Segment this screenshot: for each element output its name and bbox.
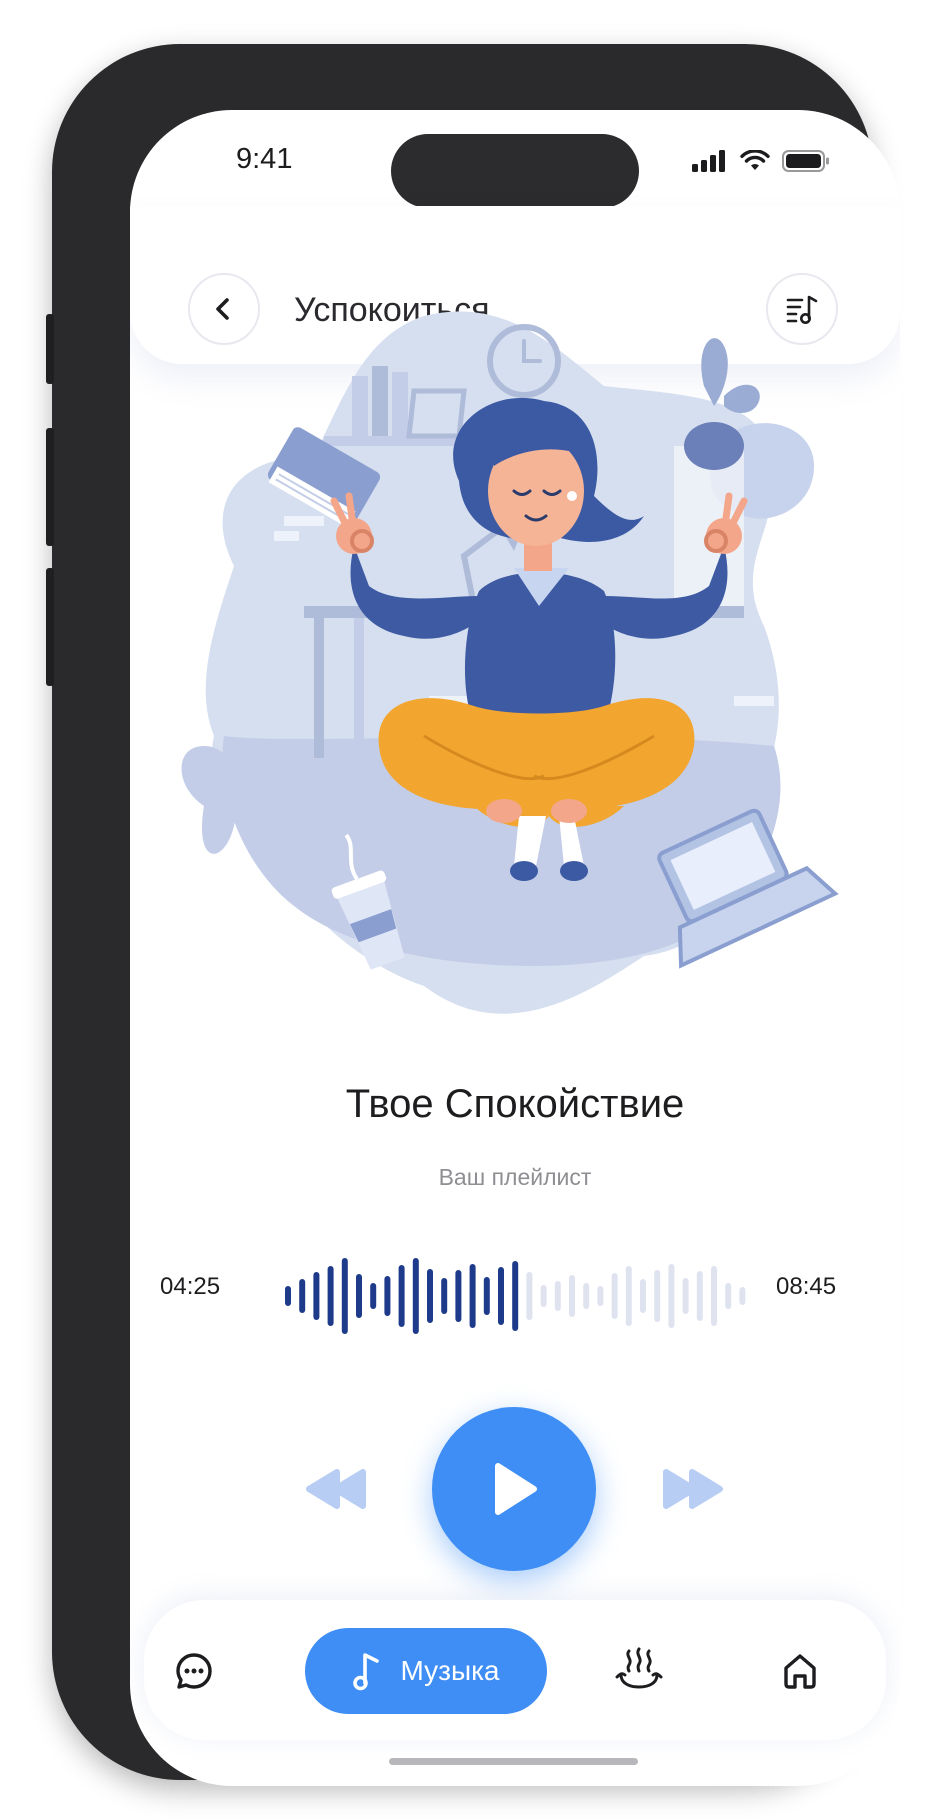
waveform-bar [583, 1283, 590, 1309]
waveform-bar [668, 1264, 675, 1328]
battery-icon [782, 150, 829, 172]
pants [378, 698, 695, 810]
waveform-bar [356, 1274, 362, 1318]
waveform-bar [285, 1286, 291, 1306]
status-icons [692, 150, 830, 172]
play-icon [495, 1463, 537, 1515]
nav-steam[interactable] [614, 1645, 664, 1695]
waveform-bar [696, 1271, 703, 1321]
steam-icon [615, 1647, 663, 1689]
waveform-bar [384, 1276, 391, 1316]
total-duration: 08:45 [776, 1273, 837, 1300]
fast-forward-icon [663, 1469, 723, 1509]
nav-chat[interactable] [170, 1647, 218, 1695]
chat-icon [176, 1653, 212, 1689]
fast-forward-button[interactable] [660, 1468, 724, 1510]
meditation-illustration [181, 311, 839, 1014]
waveform-bar [483, 1277, 490, 1315]
screen: 9:41 Успокоиться Твое Спокойствие Ваш пл… [130, 110, 900, 1786]
nav-music-label: Музыка [400, 1655, 500, 1686]
track-subtitle: Ваш плейлист [438, 1164, 592, 1190]
volume-up-button [46, 428, 54, 546]
right-blob [766, 520, 822, 572]
waveform-bar [512, 1261, 519, 1331]
waveform-bar [739, 1287, 746, 1305]
waveform-bar [455, 1270, 462, 1322]
waveform-bar [569, 1275, 575, 1317]
waveform-bar [682, 1278, 689, 1314]
home-indicator [389, 1758, 638, 1765]
waveform-bar [427, 1269, 433, 1323]
left-blob [181, 746, 238, 854]
rewind-button[interactable] [305, 1468, 369, 1510]
waveform-bar [540, 1285, 547, 1307]
track-title: Твое Спокойствие [345, 1082, 685, 1126]
waveform-bar [441, 1278, 448, 1314]
volume-down-button [46, 568, 54, 686]
mute-switch [46, 314, 54, 384]
rewind-icon [306, 1469, 366, 1509]
phone-frame: 9:41 Успокоиться Твое Спокойствие Ваш пл… [46, 44, 900, 1786]
play-button[interactable] [432, 1407, 596, 1571]
waveform-bar [370, 1283, 377, 1309]
waveform-bar [597, 1286, 604, 1306]
waveform-bar [725, 1283, 732, 1309]
waveform-bar [640, 1279, 646, 1313]
elapsed-time: 04:25 [160, 1273, 221, 1300]
waveform-bar [412, 1258, 419, 1334]
dynamic-island [391, 134, 639, 208]
music-note-icon [353, 1653, 380, 1691]
waveform-bar [327, 1266, 334, 1326]
waveform-bar [554, 1281, 561, 1311]
waveform-bar [654, 1270, 661, 1322]
waveform-bar [469, 1264, 476, 1328]
waveform-bar [625, 1266, 632, 1326]
waveform-bar [526, 1272, 533, 1320]
nav-home[interactable] [776, 1647, 824, 1695]
home-icon [784, 1654, 816, 1689]
waveform-bar [313, 1272, 320, 1320]
wifi-icon [740, 150, 770, 170]
waveform-bar [711, 1266, 717, 1326]
status-time: 9:41 [236, 143, 293, 175]
signal-icon [692, 150, 725, 172]
waveform-bar [299, 1279, 306, 1313]
waveform-bar [398, 1265, 405, 1327]
waveform-bar [341, 1258, 348, 1334]
nav-music[interactable]: Музыка [305, 1628, 547, 1714]
waveform-bar [498, 1267, 504, 1325]
waveform-bar [611, 1273, 618, 1319]
waveform-progress[interactable] [277, 1256, 747, 1336]
